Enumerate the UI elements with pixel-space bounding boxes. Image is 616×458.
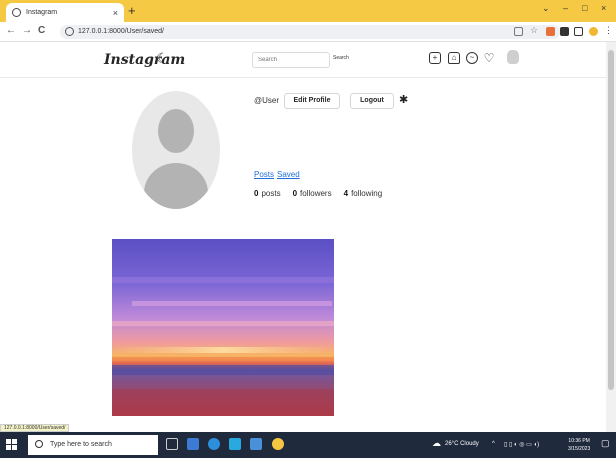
tab-list-button[interactable]: ⌄: [542, 3, 550, 14]
plus-circle-icon[interactable]: +: [429, 52, 441, 64]
taskbar-search[interactable]: Type here to search: [28, 435, 158, 455]
saved-post-image[interactable]: [112, 239, 334, 416]
task-view-icon[interactable]: [166, 438, 178, 450]
sunset-beach-photo: [112, 239, 334, 416]
extension-fox-icon[interactable]: [546, 27, 555, 36]
search-button[interactable]: Search: [333, 55, 349, 61]
browser-tab-bar: Instagram × + ⌄ – □ ×: [0, 0, 616, 22]
vscode-icon[interactable]: [229, 438, 241, 450]
tray-icons[interactable]: ▯ ▯ ◐ ◎ ▭ ◖): [504, 441, 539, 448]
tab-title: Instagram: [26, 9, 58, 16]
tab-saved[interactable]: Saved: [277, 170, 300, 179]
url-field[interactable]: 127.0.0.1:8000/User/saved/: [60, 25, 560, 39]
reload-button[interactable]: C: [38, 25, 45, 36]
windows-start-icon[interactable]: [6, 439, 18, 451]
star-icon[interactable]: ☆: [530, 25, 539, 35]
scrollbar-thumb[interactable]: [608, 50, 614, 390]
tab-close-button[interactable]: ×: [113, 8, 118, 18]
store-icon[interactable]: [250, 438, 262, 450]
stat-followers[interactable]: 0 followers: [293, 189, 332, 198]
page-scrollbar[interactable]: [606, 42, 616, 432]
browser-tab[interactable]: Instagram ×: [6, 3, 124, 22]
gear-icon[interactable]: ✱: [399, 93, 408, 106]
weather-text[interactable]: 26°C Cloudy: [445, 441, 479, 447]
tab-posts[interactable]: Posts: [254, 170, 274, 179]
back-button[interactable]: ←: [6, 25, 16, 36]
share-icon[interactable]: [514, 27, 523, 36]
maximize-button[interactable]: □: [582, 3, 587, 13]
globe-icon: [12, 8, 21, 17]
tray-chevron-icon[interactable]: ^: [492, 441, 495, 447]
stat-following[interactable]: 4 following: [344, 189, 383, 198]
notification-icon[interactable]: ▢: [601, 438, 610, 449]
moon-icon[interactable]: ☾: [156, 50, 169, 67]
close-window-button[interactable]: ×: [601, 3, 606, 13]
avatar-body-shape: [144, 163, 208, 209]
link-status-url: 127.0.0.1:8000/User/saved/: [0, 424, 70, 432]
windows-taskbar: Type here to search ☁ 26°C Cloudy ^ ▯ ▯ …: [0, 432, 616, 458]
minimize-button[interactable]: –: [563, 3, 568, 13]
profile-username: @User: [254, 96, 280, 105]
stat-posts[interactable]: 0 posts: [254, 189, 281, 198]
profile-stats: 0 posts 0 followers 4 following: [254, 189, 382, 198]
messenger-icon[interactable]: ~: [466, 52, 478, 64]
cloud-icon: ☁: [432, 438, 441, 448]
app-navbar: Instagram ☾ Search + ⌂ ~ ♡: [0, 42, 606, 78]
heart-icon[interactable]: ♡: [483, 52, 495, 64]
edge-browser-icon[interactable]: [208, 438, 220, 450]
sidebar-icon[interactable]: [574, 27, 583, 36]
edit-profile-button[interactable]: Edit Profile: [284, 93, 340, 109]
profile-icon[interactable]: [589, 27, 598, 36]
new-tab-button[interactable]: +: [128, 3, 136, 18]
nav-avatar[interactable]: [507, 50, 519, 64]
search-input[interactable]: [252, 52, 330, 68]
home-icon[interactable]: ⌂: [448, 52, 460, 64]
profile-tabs: Posts Saved: [254, 170, 303, 179]
forward-button[interactable]: →: [22, 25, 32, 36]
site-info-icon[interactable]: [65, 27, 74, 36]
chrome-icon[interactable]: [272, 438, 284, 450]
profile-avatar: [132, 91, 220, 209]
logout-button[interactable]: Logout: [350, 93, 394, 109]
taskbar-clock[interactable]: 10:36 PM 3/15/2023: [568, 437, 590, 453]
menu-icon[interactable]: ⋮: [604, 25, 613, 35]
avatar-head-shape: [158, 109, 194, 153]
extensions-puzzle-icon[interactable]: [560, 27, 569, 36]
address-bar-row: ← → C 127.0.0.1:8000/User/saved/ ☆ ⋮: [0, 22, 616, 42]
url-text: 127.0.0.1:8000/User/saved/: [78, 28, 165, 35]
search-icon: [35, 440, 43, 448]
instagram-logo[interactable]: Instagram: [104, 52, 185, 68]
mail-icon[interactable]: [187, 438, 199, 450]
